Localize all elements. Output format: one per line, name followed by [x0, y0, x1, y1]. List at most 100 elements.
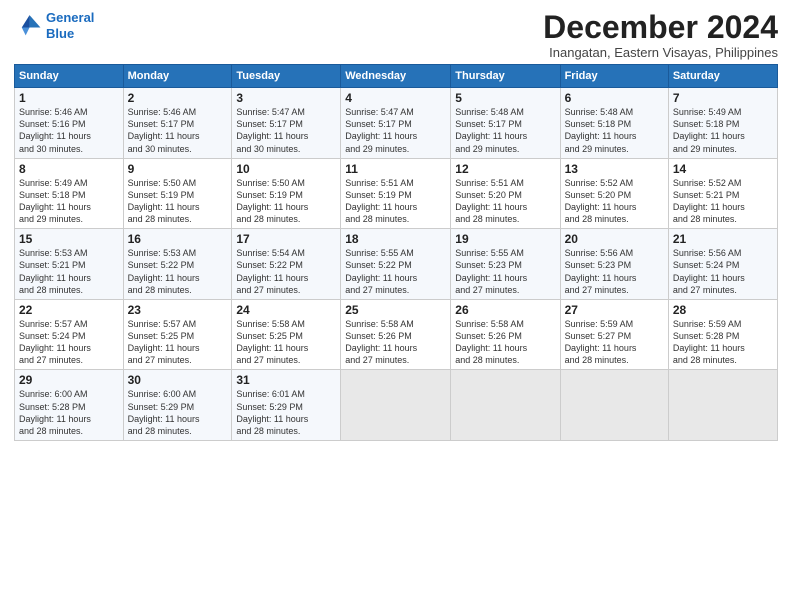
day-number: 29 — [19, 373, 119, 387]
day-info: Sunrise: 5:52 AM Sunset: 5:20 PM Dayligh… — [565, 177, 664, 226]
day-number: 5 — [455, 91, 555, 105]
day-info: Sunrise: 5:59 AM Sunset: 5:27 PM Dayligh… — [565, 318, 664, 367]
day-header-friday: Friday — [560, 65, 668, 88]
day-number: 30 — [128, 373, 228, 387]
day-number: 8 — [19, 162, 119, 176]
day-number: 17 — [236, 232, 336, 246]
calendar-cell: 23Sunrise: 5:57 AM Sunset: 5:25 PM Dayli… — [123, 299, 232, 370]
day-number: 9 — [128, 162, 228, 176]
day-header-sunday: Sunday — [15, 65, 124, 88]
day-number: 14 — [673, 162, 773, 176]
header-row: SundayMondayTuesdayWednesdayThursdayFrid… — [15, 65, 778, 88]
calendar-cell: 1Sunrise: 5:46 AM Sunset: 5:16 PM Daylig… — [15, 88, 124, 159]
day-info: Sunrise: 5:48 AM Sunset: 5:17 PM Dayligh… — [455, 106, 555, 155]
day-number: 23 — [128, 303, 228, 317]
day-info: Sunrise: 6:00 AM Sunset: 5:29 PM Dayligh… — [128, 388, 228, 437]
day-header-thursday: Thursday — [451, 65, 560, 88]
day-info: Sunrise: 5:46 AM Sunset: 5:17 PM Dayligh… — [128, 106, 228, 155]
day-info: Sunrise: 5:53 AM Sunset: 5:21 PM Dayligh… — [19, 247, 119, 296]
calendar-cell: 16Sunrise: 5:53 AM Sunset: 5:22 PM Dayli… — [123, 229, 232, 300]
calendar-cell: 18Sunrise: 5:55 AM Sunset: 5:22 PM Dayli… — [341, 229, 451, 300]
day-info: Sunrise: 5:58 AM Sunset: 5:26 PM Dayligh… — [345, 318, 446, 367]
calendar-week-2: 8Sunrise: 5:49 AM Sunset: 5:18 PM Daylig… — [15, 158, 778, 229]
calendar-cell: 8Sunrise: 5:49 AM Sunset: 5:18 PM Daylig… — [15, 158, 124, 229]
day-info: Sunrise: 5:56 AM Sunset: 5:23 PM Dayligh… — [565, 247, 664, 296]
day-number: 27 — [565, 303, 664, 317]
day-number: 21 — [673, 232, 773, 246]
page-container: General Blue December 2024 Inangatan, Ea… — [0, 0, 792, 449]
day-info: Sunrise: 5:47 AM Sunset: 5:17 PM Dayligh… — [345, 106, 446, 155]
calendar-cell: 2Sunrise: 5:46 AM Sunset: 5:17 PM Daylig… — [123, 88, 232, 159]
day-header-saturday: Saturday — [668, 65, 777, 88]
calendar-cell: 26Sunrise: 5:58 AM Sunset: 5:26 PM Dayli… — [451, 299, 560, 370]
day-info: Sunrise: 5:53 AM Sunset: 5:22 PM Dayligh… — [128, 247, 228, 296]
day-info: Sunrise: 5:49 AM Sunset: 5:18 PM Dayligh… — [673, 106, 773, 155]
day-number: 28 — [673, 303, 773, 317]
calendar-week-1: 1Sunrise: 5:46 AM Sunset: 5:16 PM Daylig… — [15, 88, 778, 159]
calendar-cell — [341, 370, 451, 441]
calendar-cell: 7Sunrise: 5:49 AM Sunset: 5:18 PM Daylig… — [668, 88, 777, 159]
calendar-cell — [668, 370, 777, 441]
calendar-week-4: 22Sunrise: 5:57 AM Sunset: 5:24 PM Dayli… — [15, 299, 778, 370]
day-info: Sunrise: 6:01 AM Sunset: 5:29 PM Dayligh… — [236, 388, 336, 437]
calendar-cell: 6Sunrise: 5:48 AM Sunset: 5:18 PM Daylig… — [560, 88, 668, 159]
day-number: 25 — [345, 303, 446, 317]
day-number: 10 — [236, 162, 336, 176]
day-number: 31 — [236, 373, 336, 387]
day-info: Sunrise: 5:58 AM Sunset: 5:25 PM Dayligh… — [236, 318, 336, 367]
calendar-cell: 17Sunrise: 5:54 AM Sunset: 5:22 PM Dayli… — [232, 229, 341, 300]
calendar-cell: 5Sunrise: 5:48 AM Sunset: 5:17 PM Daylig… — [451, 88, 560, 159]
logo: General Blue — [14, 10, 94, 41]
calendar-cell: 20Sunrise: 5:56 AM Sunset: 5:23 PM Dayli… — [560, 229, 668, 300]
day-info: Sunrise: 5:55 AM Sunset: 5:22 PM Dayligh… — [345, 247, 446, 296]
day-info: Sunrise: 5:57 AM Sunset: 5:24 PM Dayligh… — [19, 318, 119, 367]
day-number: 18 — [345, 232, 446, 246]
calendar-body: 1Sunrise: 5:46 AM Sunset: 5:16 PM Daylig… — [15, 88, 778, 441]
day-info: Sunrise: 5:49 AM Sunset: 5:18 PM Dayligh… — [19, 177, 119, 226]
calendar-cell: 30Sunrise: 6:00 AM Sunset: 5:29 PM Dayli… — [123, 370, 232, 441]
calendar-cell: 14Sunrise: 5:52 AM Sunset: 5:21 PM Dayli… — [668, 158, 777, 229]
calendar-header: SundayMondayTuesdayWednesdayThursdayFrid… — [15, 65, 778, 88]
day-info: Sunrise: 6:00 AM Sunset: 5:28 PM Dayligh… — [19, 388, 119, 437]
day-header-tuesday: Tuesday — [232, 65, 341, 88]
day-info: Sunrise: 5:46 AM Sunset: 5:16 PM Dayligh… — [19, 106, 119, 155]
day-number: 7 — [673, 91, 773, 105]
day-info: Sunrise: 5:55 AM Sunset: 5:23 PM Dayligh… — [455, 247, 555, 296]
day-info: Sunrise: 5:50 AM Sunset: 5:19 PM Dayligh… — [128, 177, 228, 226]
calendar-cell: 12Sunrise: 5:51 AM Sunset: 5:20 PM Dayli… — [451, 158, 560, 229]
day-info: Sunrise: 5:52 AM Sunset: 5:21 PM Dayligh… — [673, 177, 773, 226]
calendar-cell: 4Sunrise: 5:47 AM Sunset: 5:17 PM Daylig… — [341, 88, 451, 159]
calendar-cell: 29Sunrise: 6:00 AM Sunset: 5:28 PM Dayli… — [15, 370, 124, 441]
calendar-cell: 25Sunrise: 5:58 AM Sunset: 5:26 PM Dayli… — [341, 299, 451, 370]
day-number: 15 — [19, 232, 119, 246]
calendar-cell: 21Sunrise: 5:56 AM Sunset: 5:24 PM Dayli… — [668, 229, 777, 300]
logo-text: General Blue — [46, 10, 94, 41]
calendar-cell — [560, 370, 668, 441]
title-block: December 2024 Inangatan, Eastern Visayas… — [543, 10, 778, 60]
day-number: 22 — [19, 303, 119, 317]
calendar-week-3: 15Sunrise: 5:53 AM Sunset: 5:21 PM Dayli… — [15, 229, 778, 300]
day-number: 16 — [128, 232, 228, 246]
day-info: Sunrise: 5:59 AM Sunset: 5:28 PM Dayligh… — [673, 318, 773, 367]
calendar-cell: 27Sunrise: 5:59 AM Sunset: 5:27 PM Dayli… — [560, 299, 668, 370]
day-info: Sunrise: 5:50 AM Sunset: 5:19 PM Dayligh… — [236, 177, 336, 226]
day-info: Sunrise: 5:51 AM Sunset: 5:19 PM Dayligh… — [345, 177, 446, 226]
day-header-monday: Monday — [123, 65, 232, 88]
day-number: 20 — [565, 232, 664, 246]
calendar-cell: 24Sunrise: 5:58 AM Sunset: 5:25 PM Dayli… — [232, 299, 341, 370]
day-number: 19 — [455, 232, 555, 246]
day-header-wednesday: Wednesday — [341, 65, 451, 88]
logo-icon — [14, 12, 42, 40]
day-number: 24 — [236, 303, 336, 317]
calendar-cell: 22Sunrise: 5:57 AM Sunset: 5:24 PM Dayli… — [15, 299, 124, 370]
calendar-cell: 10Sunrise: 5:50 AM Sunset: 5:19 PM Dayli… — [232, 158, 341, 229]
day-info: Sunrise: 5:57 AM Sunset: 5:25 PM Dayligh… — [128, 318, 228, 367]
calendar-cell: 28Sunrise: 5:59 AM Sunset: 5:28 PM Dayli… — [668, 299, 777, 370]
day-number: 11 — [345, 162, 446, 176]
calendar-cell: 31Sunrise: 6:01 AM Sunset: 5:29 PM Dayli… — [232, 370, 341, 441]
calendar-cell — [451, 370, 560, 441]
day-number: 6 — [565, 91, 664, 105]
calendar-cell: 9Sunrise: 5:50 AM Sunset: 5:19 PM Daylig… — [123, 158, 232, 229]
month-title: December 2024 — [543, 10, 778, 45]
day-info: Sunrise: 5:51 AM Sunset: 5:20 PM Dayligh… — [455, 177, 555, 226]
